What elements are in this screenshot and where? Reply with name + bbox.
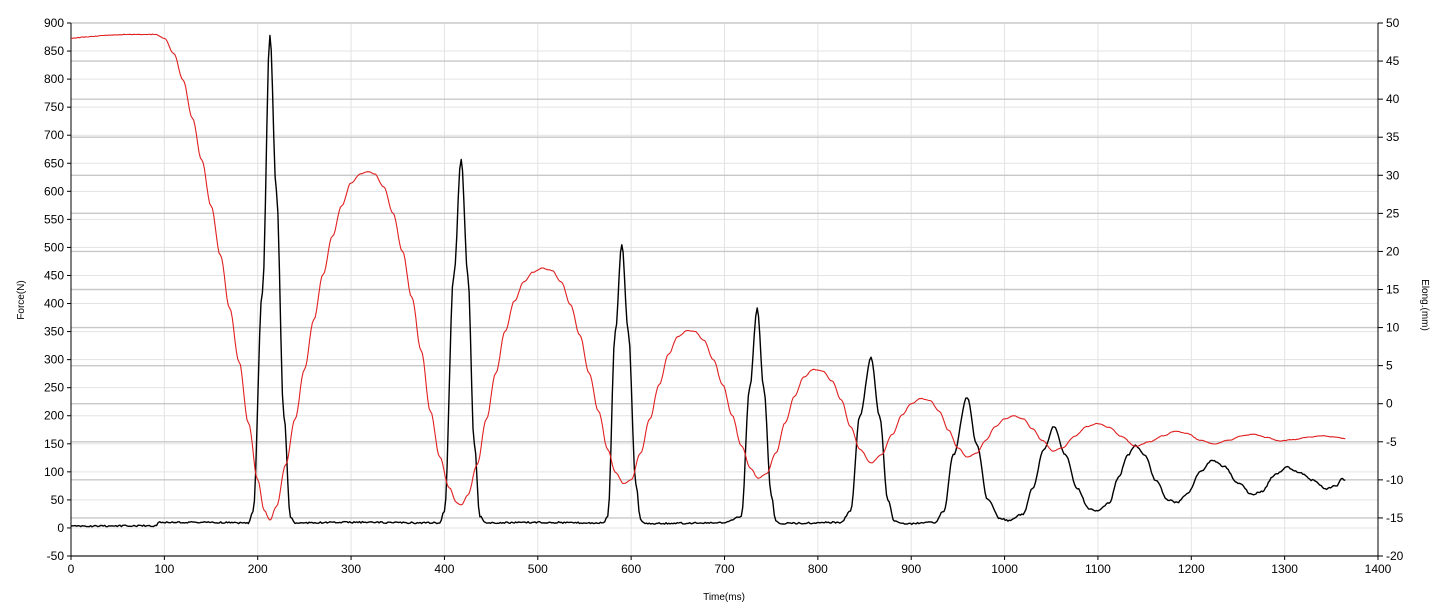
y-right-tick-label: -5: [1386, 435, 1397, 449]
y-right-tick-label: 10: [1386, 321, 1400, 335]
x-tick-label: 0: [68, 562, 75, 576]
x-tick-label: 600: [621, 562, 641, 576]
y-left-tick-label: 250: [44, 381, 64, 395]
chart: 0 100 200 300 400 500 600 700 800 900 1000 1100 1200…: [16, 16, 1430, 603]
y-left-tick-label: 300: [44, 353, 64, 367]
y-left-tick-label: 800: [44, 72, 64, 86]
y-right-tick-label: 50: [1386, 16, 1400, 30]
y-right-tick-label: 35: [1386, 130, 1400, 144]
x-tick-label: 200: [248, 562, 268, 576]
y-right-tick-label: -15: [1386, 511, 1404, 525]
y-left-tick-label: 50: [51, 493, 65, 507]
y-left-tick-label: 550: [44, 212, 64, 226]
y-left-tick-label: 350: [44, 325, 64, 339]
x-tick-label: 800: [808, 562, 828, 576]
y-right-tick-label: 0: [1386, 397, 1393, 411]
y-right-tick-label: 30: [1386, 168, 1400, 182]
y-right-tick-label: 25: [1386, 206, 1400, 220]
y-left-tick-label: 900: [44, 16, 64, 30]
x-tick-label: 1000: [991, 562, 1018, 576]
x-tick-label: 500: [528, 562, 548, 576]
y-left-axis-title: Force(N): [16, 280, 27, 319]
y-left-tick-label: 600: [44, 184, 64, 198]
x-tick-label: 1400: [1365, 562, 1392, 576]
x-tick-label: 700: [714, 562, 734, 576]
x-axis-title: Time(ms): [703, 592, 745, 603]
y-right-tick-label: 40: [1386, 92, 1400, 106]
x-tick-label: 1200: [1178, 562, 1205, 576]
y-left-tick-label: -50: [47, 549, 65, 563]
x-tick-label: 1100: [1085, 562, 1111, 576]
x-tick-label: 100: [154, 562, 174, 576]
y-left-tick-label: 0: [57, 521, 64, 535]
y-right-axis-title: Elong.(mm): [1419, 279, 1430, 331]
x-tick-label: 400: [434, 562, 454, 576]
y-right-tick-label: 15: [1386, 283, 1400, 297]
y-right-tick-label: 20: [1386, 244, 1400, 258]
y-left-tick-label: 150: [44, 437, 64, 451]
y-left-tick-label: 200: [44, 409, 64, 423]
y-right-tick-label: 45: [1386, 54, 1400, 68]
y-left-tick-label: 100: [44, 465, 64, 479]
y-left-tick-label: 450: [44, 268, 64, 282]
y-right-tick-label: 5: [1386, 359, 1393, 373]
x-tick-label: 1300: [1271, 562, 1298, 576]
y-left-tick-label: 650: [44, 156, 64, 170]
y-left-tick-label: 750: [44, 100, 64, 114]
y-right-tick-label: -20: [1386, 549, 1404, 563]
y-left-tick-label: 850: [44, 44, 64, 58]
y-left-tick-label: 400: [44, 297, 64, 311]
y-right-tick-label: -10: [1386, 473, 1404, 487]
y-left-tick-label: 700: [44, 128, 64, 142]
y-left-tick-label: 500: [44, 240, 64, 254]
x-tick-label: 900: [901, 562, 921, 576]
x-tick-label: 300: [341, 562, 361, 576]
